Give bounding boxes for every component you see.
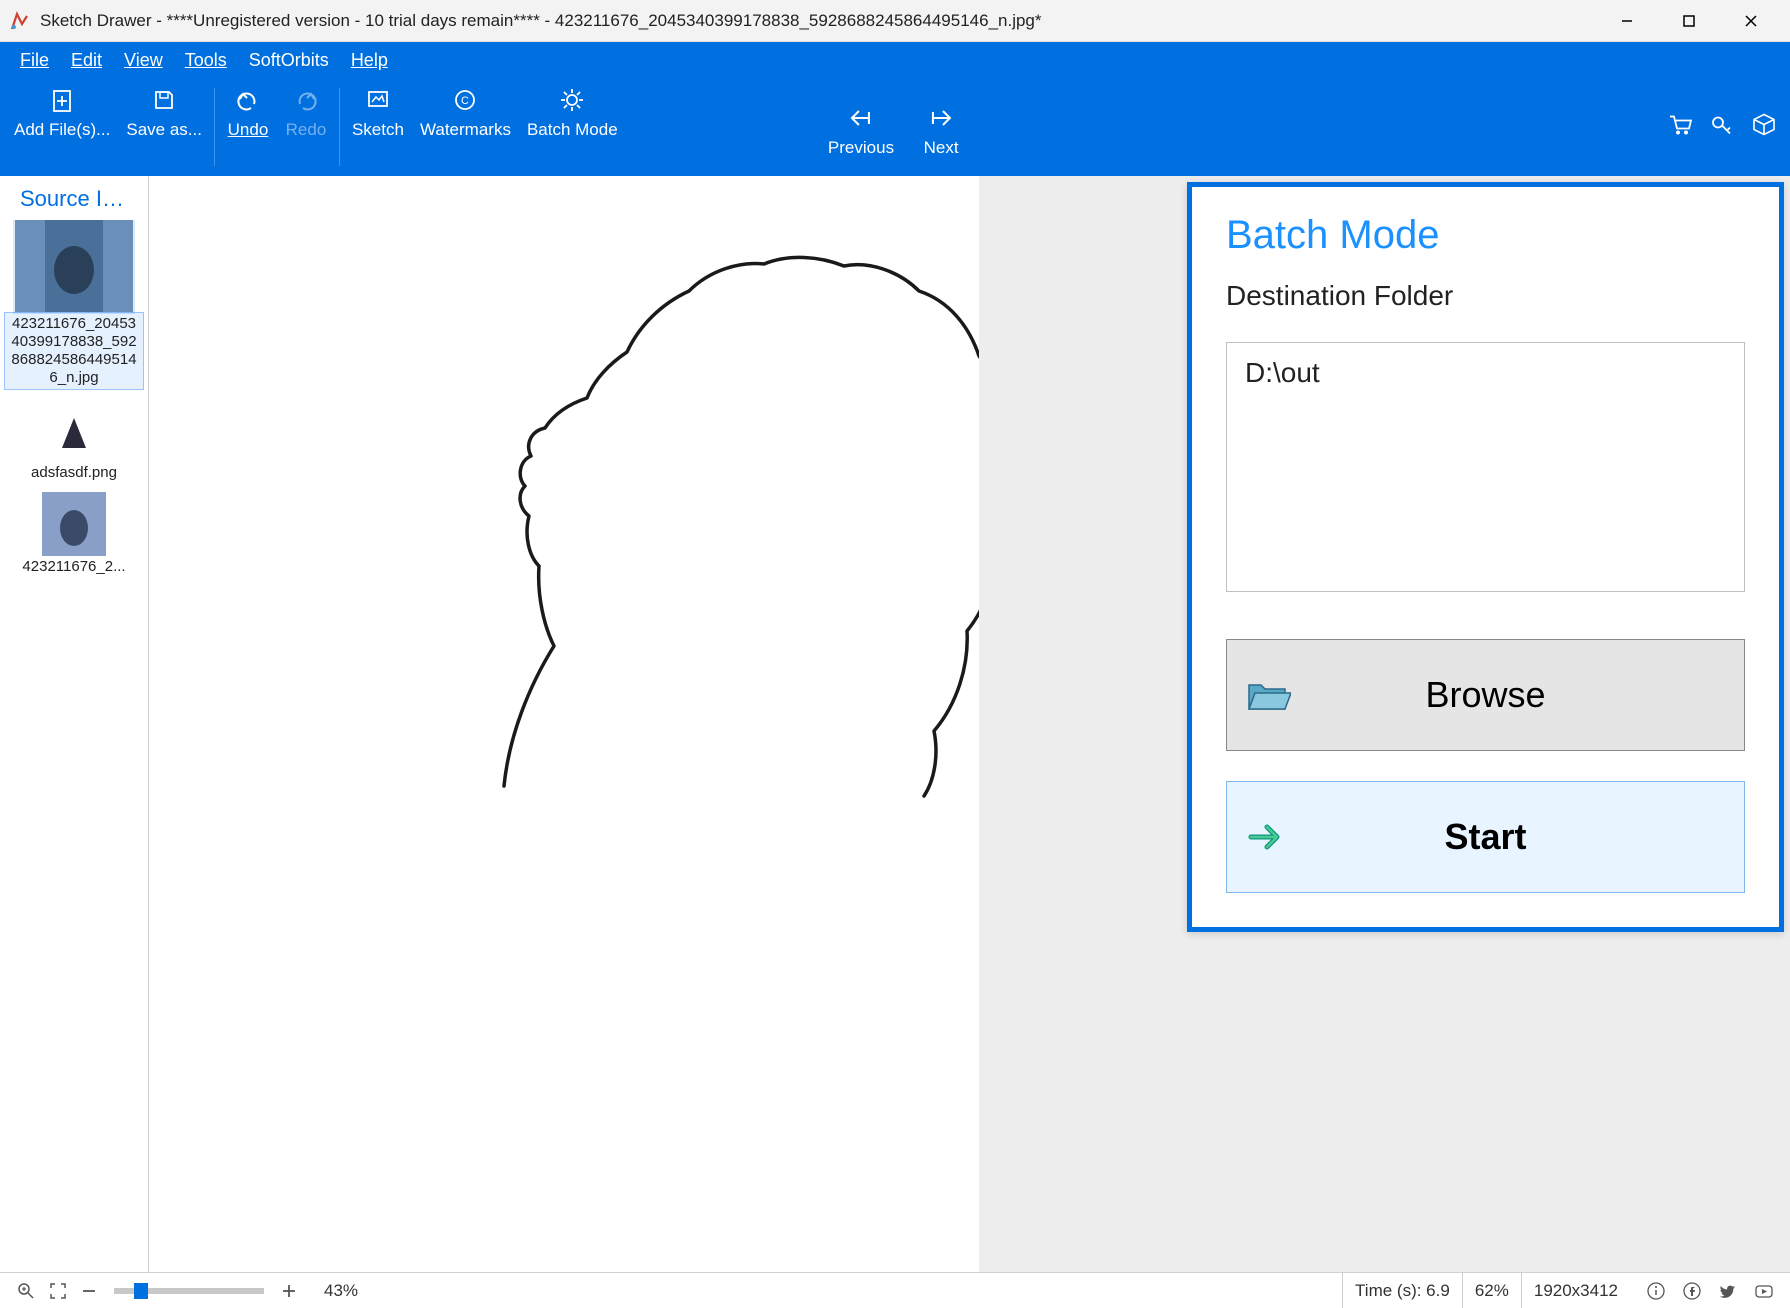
- gear-icon: [558, 82, 586, 118]
- browse-button-label: Browse: [1307, 674, 1744, 716]
- zoom-tool-icon[interactable]: [10, 1281, 42, 1301]
- menu-softorbits[interactable]: SoftOrbits: [239, 46, 339, 75]
- destination-folder-label: Destination Folder: [1226, 280, 1745, 312]
- minimize-button[interactable]: [1596, 0, 1658, 42]
- start-button-label: Start: [1307, 816, 1744, 858]
- title-bar: Sketch Drawer - ****Unregistered version…: [0, 0, 1790, 42]
- sketch-image: [149, 176, 979, 1272]
- zoom-slider-thumb[interactable]: [134, 1283, 148, 1299]
- previous-icon: [847, 100, 875, 136]
- thumbnail-item[interactable]: 423211676_2...: [4, 492, 144, 578]
- undo-button[interactable]: Undo: [219, 78, 277, 140]
- window-title: Sketch Drawer - ****Unregistered version…: [40, 11, 1596, 31]
- cart-icon[interactable]: [1666, 111, 1694, 144]
- watermarks-button[interactable]: C Watermarks: [412, 78, 519, 140]
- youtube-icon[interactable]: [1748, 1281, 1780, 1301]
- app-icon: [8, 9, 32, 33]
- save-icon: [150, 82, 178, 118]
- thumbnail-image: [42, 492, 106, 556]
- redo-button: Redo: [277, 78, 335, 140]
- twitter-icon[interactable]: [1712, 1281, 1744, 1301]
- menu-bar: File Edit View Tools SoftOrbits Help: [0, 42, 1790, 78]
- redo-icon: [292, 82, 320, 118]
- facebook-icon[interactable]: [1676, 1281, 1708, 1301]
- zoom-in-icon[interactable]: [274, 1282, 304, 1300]
- watermarks-icon: C: [451, 82, 479, 118]
- close-button[interactable]: [1720, 0, 1782, 42]
- start-button[interactable]: Start: [1226, 781, 1745, 893]
- add-file-icon: [48, 82, 76, 118]
- svg-text:C: C: [461, 95, 469, 107]
- zoom-out-icon[interactable]: [74, 1282, 104, 1300]
- menu-view[interactable]: View: [114, 46, 173, 75]
- source-images-sidebar: Source Im... 423211676_2045340399178838_…: [0, 176, 149, 1272]
- info-icon[interactable]: [1640, 1281, 1672, 1301]
- status-percent: 62%: [1462, 1273, 1521, 1308]
- status-bar: 43% Time (s): 6.9 62% 1920x3412: [0, 1272, 1790, 1308]
- canvas-paper: [149, 176, 979, 1272]
- maximize-button[interactable]: [1658, 0, 1720, 42]
- thumbnail-filename: adsfasdf.png: [4, 462, 144, 484]
- sketch-icon: [364, 82, 392, 118]
- menu-edit[interactable]: Edit: [61, 46, 112, 75]
- thumbnail-image: [15, 220, 133, 312]
- toolbar-separator: [214, 88, 215, 166]
- batch-mode-panel: Batch Mode Destination Folder Browse Sta…: [1187, 182, 1784, 932]
- sidebar-title: Source Im...: [0, 176, 148, 220]
- next-icon: [927, 100, 955, 136]
- folder-icon: [1227, 671, 1307, 719]
- destination-folder-input[interactable]: [1226, 342, 1745, 592]
- status-dimensions: 1920x3412: [1521, 1273, 1630, 1308]
- menu-file[interactable]: File: [10, 46, 59, 75]
- fit-screen-icon[interactable]: [42, 1281, 74, 1301]
- box-icon[interactable]: [1750, 111, 1778, 144]
- arrow-right-icon: [1227, 813, 1307, 861]
- batch-mode-button[interactable]: Batch Mode: [519, 78, 626, 140]
- thumbnail-item[interactable]: 423211676_2045340399178838_5928688245864…: [4, 220, 144, 390]
- panel-title: Batch Mode: [1226, 213, 1745, 258]
- menu-help[interactable]: Help: [341, 46, 398, 75]
- status-time: Time (s): 6.9: [1342, 1273, 1462, 1308]
- toolbar-separator: [339, 88, 340, 166]
- previous-button[interactable]: Previous: [820, 96, 902, 158]
- sketch-button[interactable]: Sketch: [344, 78, 412, 140]
- undo-icon: [234, 82, 262, 118]
- save-as-button[interactable]: Save as...: [118, 78, 210, 140]
- next-button[interactable]: Next: [912, 96, 970, 158]
- zoom-slider[interactable]: [114, 1288, 264, 1294]
- thumbnail-filename: 423211676_2045340399178838_5928688245864…: [4, 312, 144, 390]
- browse-button[interactable]: Browse: [1226, 639, 1745, 751]
- add-files-button[interactable]: Add File(s)...: [6, 78, 118, 140]
- canvas-area[interactable]: Batch Mode Destination Folder Browse Sta…: [149, 176, 1790, 1272]
- menu-tools[interactable]: Tools: [175, 46, 237, 75]
- thumbnail-filename: 423211676_2...: [4, 556, 144, 578]
- thumbnail-image: [42, 398, 106, 462]
- key-icon[interactable]: [1708, 111, 1736, 144]
- zoom-level: 43%: [304, 1281, 378, 1301]
- toolbar: Add File(s)... Save as... Undo Redo Sket…: [0, 78, 1790, 176]
- thumbnail-item[interactable]: adsfasdf.png: [4, 398, 144, 484]
